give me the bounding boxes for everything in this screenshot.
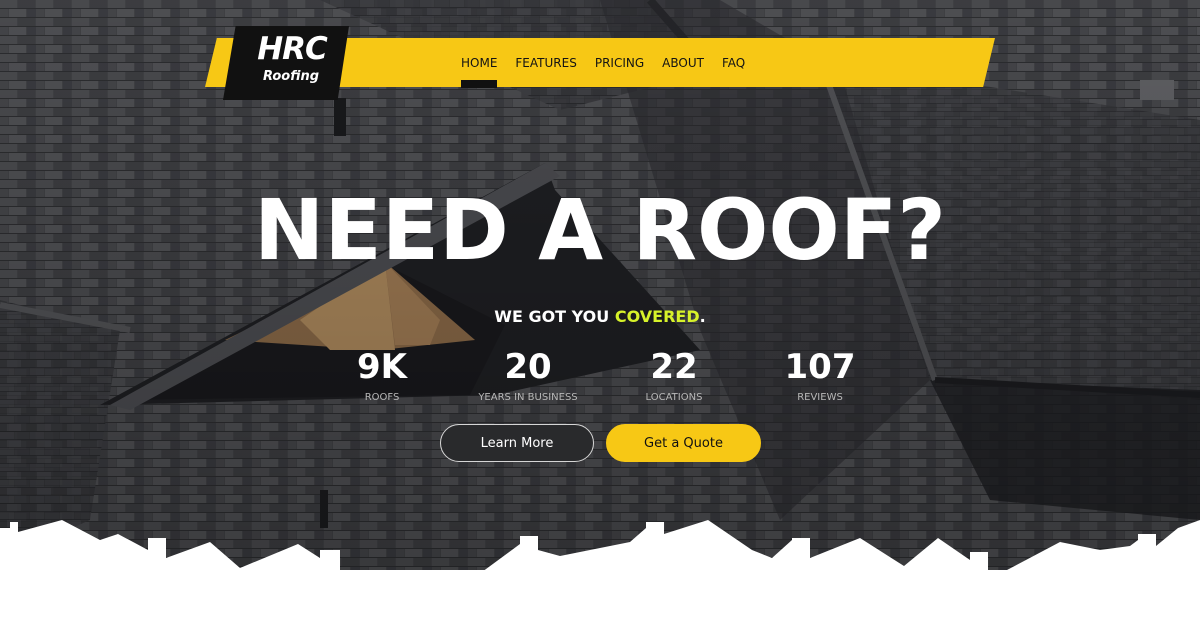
stat-locations: 22 LOCATIONS [601, 345, 747, 407]
stat-value: 20 [504, 347, 552, 387]
subheadline-start: WE GOT YOU [494, 307, 615, 326]
learn-more-button[interactable]: Learn More [440, 424, 594, 462]
house-skyline-divider [0, 520, 1200, 630]
stat-label: REVIEWS [797, 392, 843, 403]
hero-section: HRC Roofing HOME FEATURES PRICING ABOUT … [0, 0, 1200, 630]
nav-about[interactable]: ABOUT [653, 48, 713, 84]
stat-roofs: 9K ROOFS [309, 345, 455, 407]
stat-label: ROOFS [364, 392, 400, 403]
stat-value: 107 [784, 347, 856, 387]
logo-name: HRC [257, 31, 328, 67]
subheadline-accent: COVERED [614, 307, 700, 326]
stat-label: YEARS IN BUSINESS [478, 392, 578, 403]
nav-features[interactable]: FEATURES [506, 48, 585, 84]
stat-reviews: 107 REVIEWS [747, 345, 893, 407]
hero-subheadline: WE GOT YOU COVERED. [0, 305, 1200, 329]
nav-faq[interactable]: FAQ [713, 48, 754, 84]
nav-home[interactable]: HOME [452, 48, 506, 88]
main-menu: HOME FEATURES PRICING ABOUT FAQ [452, 48, 754, 88]
stat-value: 9K [356, 347, 407, 387]
logo-subtitle: Roofing [262, 69, 320, 84]
stats-row: 9K ROOFS 20 YEARS IN BUSINESS 22 LOCATIO… [331, 345, 881, 415]
hero-headline: NEED A ROOF? [254, 181, 946, 279]
get-quote-button[interactable]: Get a Quote [606, 424, 761, 462]
brand-logo[interactable]: HRC Roofing [223, 26, 349, 100]
subheadline-end: . [699, 307, 706, 326]
stat-value: 22 [650, 347, 698, 387]
nav-pricing[interactable]: PRICING [586, 48, 653, 84]
stat-label: LOCATIONS [645, 392, 703, 403]
stat-years: 20 YEARS IN BUSINESS [455, 345, 601, 407]
